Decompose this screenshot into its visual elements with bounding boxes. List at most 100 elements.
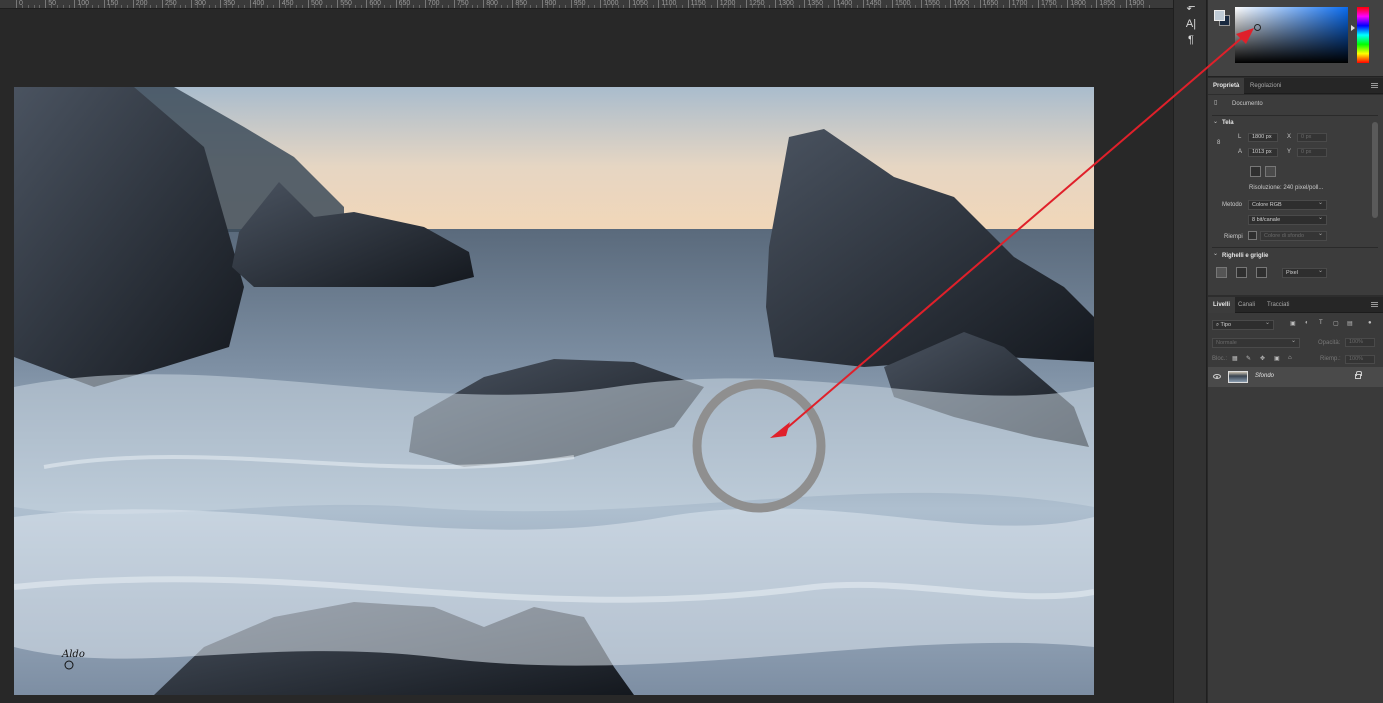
filter-toggle-icon[interactable]: ● xyxy=(1368,320,1372,326)
link-icon[interactable]: 8 xyxy=(1217,140,1220,146)
layer-thumbnail xyxy=(1228,371,1248,383)
ruler-minor-tick xyxy=(769,5,771,8)
rulers-section-title: Righelli e griglie xyxy=(1222,253,1269,259)
y-field[interactable]: 0 px xyxy=(1297,148,1327,157)
panel-menu-icon[interactable] xyxy=(1371,302,1378,307)
landscape-orientation-icon[interactable] xyxy=(1265,166,1276,177)
ruler-minor-tick xyxy=(343,5,345,8)
color-picker-handle[interactable] xyxy=(1254,24,1261,31)
ruler-minor-tick xyxy=(296,5,298,8)
fill-select[interactable]: Colore di sfondo xyxy=(1260,230,1327,241)
paragraph-panel-icon[interactable]: ¶ xyxy=(1174,34,1208,46)
x-field[interactable]: 0 px xyxy=(1297,133,1327,142)
layer-filter-select[interactable]: ⌕ Tipo xyxy=(1212,319,1274,330)
ruler-minor-tick xyxy=(86,5,88,8)
ruler-minor-tick xyxy=(1108,5,1110,8)
document-canvas-image[interactable]: Aldo xyxy=(14,87,1094,695)
tab-layers[interactable]: Livelli xyxy=(1208,297,1236,313)
ruler-minor-tick xyxy=(97,5,99,8)
ruler-minor-tick xyxy=(821,5,823,8)
pixel-filter-icon[interactable]: ▣ xyxy=(1290,320,1296,327)
ruler-minor-tick xyxy=(459,5,461,8)
ruler-toggle-icon[interactable] xyxy=(1216,267,1227,278)
foreground-color-swatch[interactable] xyxy=(1214,10,1225,21)
ruler-minor-tick xyxy=(232,5,234,8)
properties-scrollbar[interactable] xyxy=(1372,122,1378,218)
height-field[interactable]: 1013 px xyxy=(1248,148,1278,157)
ruler-minor-tick xyxy=(500,5,502,8)
ruler-minor-tick xyxy=(1119,5,1121,8)
hue-slider-arrow-icon[interactable] xyxy=(1351,25,1355,31)
ruler-minor-tick xyxy=(290,5,292,8)
lock-position-icon[interactable]: ✥ xyxy=(1260,355,1265,362)
properties-tabbar: Proprietà Regolazioni xyxy=(1208,78,1383,94)
ruler-minor-tick xyxy=(39,5,41,8)
ruler-minor-tick xyxy=(652,5,654,8)
ruler-minor-tick xyxy=(1043,5,1045,8)
guides-toggle-icon[interactable] xyxy=(1256,267,1267,278)
panel-menu-icon[interactable] xyxy=(1371,83,1378,88)
portrait-orientation-icon[interactable] xyxy=(1250,166,1261,177)
bit-depth-select[interactable]: 8 bit/canale xyxy=(1248,214,1327,225)
grid-toggle-icon[interactable] xyxy=(1236,267,1247,278)
smart-object-filter-icon[interactable]: ▤ xyxy=(1347,320,1353,327)
photographer-signature: Aldo xyxy=(61,649,85,660)
lock-transparent-icon[interactable]: ▦ xyxy=(1232,355,1238,362)
ruler-minor-tick xyxy=(407,5,409,8)
fill-swatch[interactable] xyxy=(1248,231,1257,240)
ruler-minor-tick xyxy=(237,5,239,8)
ruler-minor-tick xyxy=(383,5,385,8)
ruler-minor-tick xyxy=(1131,5,1133,8)
blend-mode-select[interactable]: Normale xyxy=(1212,337,1300,348)
tab-channels[interactable]: Canali xyxy=(1233,297,1260,313)
ruler-minor-tick xyxy=(845,5,847,8)
ruler-minor-tick xyxy=(272,5,274,8)
tab-adjustments[interactable]: Regolazioni xyxy=(1245,78,1286,94)
ruler-minor-tick xyxy=(150,5,152,8)
mode-label: Metodo xyxy=(1222,202,1243,208)
color-picker-field[interactable] xyxy=(1235,7,1348,63)
ruler-minor-tick xyxy=(693,5,695,8)
paint-tool-icon[interactable]: ⬐ xyxy=(1174,0,1208,13)
ruler-minor-tick xyxy=(506,5,508,8)
color-mode-select[interactable]: Colore RGB xyxy=(1248,199,1327,210)
shape-filter-icon[interactable]: ▢ xyxy=(1333,320,1339,327)
ruler-minor-tick xyxy=(886,5,888,8)
width-field[interactable]: 1800 px xyxy=(1248,133,1278,142)
lock-artboard-icon[interactable]: ▣ xyxy=(1274,355,1280,362)
chevron-down-icon[interactable]: ⌄ xyxy=(1213,118,1218,125)
units-select[interactable]: Pixel xyxy=(1282,267,1327,278)
tab-paths[interactable]: Tracciati xyxy=(1262,297,1294,313)
lock-pixels-icon[interactable]: ✎ xyxy=(1246,355,1251,362)
ruler-minor-tick xyxy=(973,5,975,8)
canvas-section-title: Tela xyxy=(1222,120,1234,126)
horizontal-ruler[interactable]: 0 50 100 150 200 250 300 350 400 450 500 550 600 650 7… xyxy=(0,0,1173,9)
ruler-minor-tick xyxy=(208,5,210,8)
adjustment-filter-icon[interactable]: ◐ xyxy=(1305,320,1309,326)
chevron-down-icon[interactable]: ⌄ xyxy=(1213,250,1218,257)
lock-all-icon[interactable]: ⌂ xyxy=(1288,355,1292,361)
tab-properties[interactable]: Proprietà xyxy=(1208,78,1245,94)
ruler-minor-tick xyxy=(728,5,730,8)
eye-icon[interactable] xyxy=(1213,374,1221,379)
ruler-minor-tick xyxy=(559,5,561,8)
ruler-minor-tick xyxy=(413,5,415,8)
fill-opacity-field[interactable]: 100% xyxy=(1345,355,1375,364)
layer-row[interactable]: Sfondo xyxy=(1208,367,1383,387)
opacity-field[interactable]: 100% xyxy=(1345,338,1375,347)
layers-tabbar: Livelli Canali Tracciati xyxy=(1208,297,1383,313)
ruler-minor-tick xyxy=(640,5,642,8)
ruler-minor-tick xyxy=(372,5,374,8)
ruler-minor-tick xyxy=(1032,5,1034,8)
properties-panel: ▯ Documento ⌄ Tela 8 L 1800 px X 0 px A … xyxy=(1208,95,1383,295)
ruler-minor-tick xyxy=(109,5,111,8)
ruler-minor-tick xyxy=(740,5,742,8)
type-filter-icon[interactable]: T xyxy=(1319,320,1323,326)
fill-opacity-label: Riemp.: xyxy=(1320,356,1341,362)
ruler-tick-label: 1600 xyxy=(950,0,969,8)
hue-slider[interactable] xyxy=(1357,7,1369,63)
ruler-minor-tick xyxy=(261,5,263,8)
height-label: A xyxy=(1238,149,1243,155)
layer-name: Sfondo xyxy=(1255,373,1275,379)
character-panel-icon[interactable]: A| xyxy=(1174,18,1208,30)
